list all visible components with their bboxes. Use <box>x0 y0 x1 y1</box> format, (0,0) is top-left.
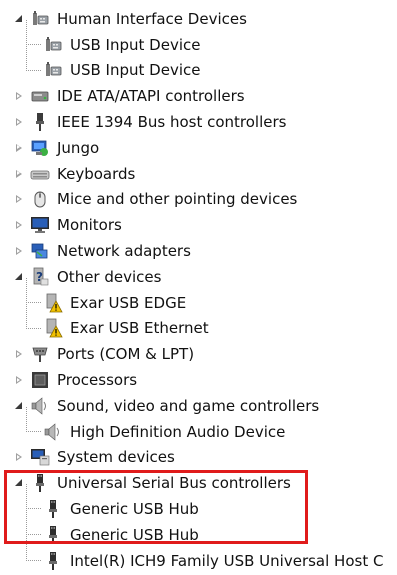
tree-category[interactable]: IDE ATA/ATAPI controllers <box>0 83 397 109</box>
tree-item-label: Exar USB Ethernet <box>70 319 209 338</box>
speaker-icon <box>43 422 63 442</box>
collapsed-arrow-icon[interactable] <box>14 91 24 101</box>
tree-item-label: Other devices <box>57 267 162 286</box>
tree-item-label: Universal Serial Bus controllers <box>57 474 291 493</box>
hid-icon <box>43 60 63 80</box>
tree-category[interactable]: Ports (COM & LPT) <box>0 341 397 367</box>
tree-item-label: Intel(R) ICH9 Family USB Universal Host … <box>70 551 384 570</box>
tree-connector-line <box>26 19 41 45</box>
tree-connector-line <box>26 303 41 329</box>
tree-device-item[interactable]: USB Input Device <box>0 45 397 84</box>
port-icon <box>30 344 50 364</box>
tree-item-label: Jungo <box>57 138 100 157</box>
tree-item-label: Exar USB EDGE <box>70 293 187 312</box>
tree-item-label: System devices <box>57 448 175 467</box>
tree-device-item[interactable]: Generic USB Hub <box>0 484 397 522</box>
tree-item-label: Human Interface Devices <box>57 9 247 28</box>
tree-item-label: Keyboards <box>57 164 136 183</box>
ieee1394-icon <box>30 112 50 132</box>
processor-icon <box>30 370 50 390</box>
tree-item-label: Monitors <box>57 216 122 235</box>
collapsed-arrow-icon[interactable] <box>14 452 24 462</box>
tree-connector-line <box>26 45 41 71</box>
tree-category[interactable]: Universal Serial Bus controllers <box>0 470 397 496</box>
expanded-arrow-icon[interactable] <box>14 14 24 24</box>
hid-icon <box>43 35 63 55</box>
collapsed-arrow-icon[interactable] <box>14 194 24 204</box>
tree-category[interactable]: ? Other devices <box>0 264 397 290</box>
collapsed-arrow-icon[interactable] <box>14 349 24 359</box>
tree-connector-line <box>26 277 41 303</box>
tree-item-label: IDE ATA/ATAPI controllers <box>57 87 245 106</box>
expanded-arrow-icon[interactable] <box>14 272 24 282</box>
mouse-icon <box>30 189 50 209</box>
network-adapter-icon <box>30 241 50 261</box>
device-manager-tree: Human Interface Devices USB Input Device U… <box>0 6 397 574</box>
tree-category[interactable]: Mice and other pointing devices <box>0 187 397 213</box>
expanded-arrow-icon[interactable] <box>14 401 24 411</box>
ide-controller-icon <box>30 86 50 106</box>
tree-category[interactable]: Monitors <box>0 212 397 238</box>
tree-item-label: Processors <box>57 371 138 390</box>
tree-item-label: Mice and other pointing devices <box>57 190 298 209</box>
tree-device-item[interactable]: USB Input Device <box>0 19 397 58</box>
tree-item-label: Generic USB Hub <box>70 525 199 544</box>
tree-item-label: IEEE 1394 Bus host controllers <box>57 113 287 132</box>
keyboard-icon <box>30 164 50 184</box>
tree-category[interactable]: Keyboards <box>0 161 397 187</box>
monitor-icon <box>30 215 50 235</box>
unknown-device-warning-icon <box>43 318 63 338</box>
collapsed-arrow-icon[interactable] <box>14 375 24 385</box>
tree-device-item[interactable]: Exar USB Ethernet <box>0 303 397 342</box>
tree-category[interactable]: Sound, video and game controllers <box>0 393 397 419</box>
tree-category[interactable]: Network adapters <box>0 238 397 264</box>
tree-category[interactable]: Human Interface Devices <box>0 6 397 32</box>
system-device-icon <box>30 447 50 467</box>
tree-device-item[interactable]: Exar USB EDGE <box>0 277 397 316</box>
collapsed-arrow-icon[interactable] <box>14 117 24 127</box>
tree-device-item[interactable]: High Definition Audio Device <box>0 406 397 445</box>
collapsed-arrow-icon[interactable] <box>14 169 24 179</box>
tree-device-item[interactable]: Intel(R) ICH9 Family USB Universal Host … <box>0 535 397 574</box>
tree-item-label: Network adapters <box>57 242 191 261</box>
jungo-icon <box>30 138 50 158</box>
tree-category[interactable]: System devices <box>0 445 397 471</box>
collapsed-arrow-icon[interactable] <box>14 143 24 153</box>
tree-category[interactable]: Jungo <box>0 135 397 161</box>
tree-item-label: Sound, video and game controllers <box>57 396 320 415</box>
tree-item-label: High Definition Audio Device <box>70 422 286 441</box>
tree-item-label: USB Input Device <box>70 61 201 80</box>
tree-category[interactable]: Processors <box>0 367 397 393</box>
tree-connector-line <box>26 406 41 432</box>
collapsed-arrow-icon[interactable] <box>14 220 24 230</box>
collapsed-arrow-icon[interactable] <box>14 246 24 256</box>
tree-item-label: USB Input Device <box>70 35 201 54</box>
tree-connector-line <box>26 509 41 535</box>
tree-item-label: Ports (COM & LPT) <box>57 345 195 364</box>
tree-item-label: Generic USB Hub <box>70 500 199 519</box>
usb-plug-icon <box>43 525 63 545</box>
unknown-device-warning-icon <box>43 293 63 313</box>
tree-connector-line <box>26 484 41 510</box>
expanded-arrow-icon[interactable] <box>14 478 24 488</box>
usb-plug-icon <box>43 551 63 571</box>
tree-connector-line <box>26 535 41 561</box>
tree-device-item[interactable]: Generic USB Hub <box>0 509 397 548</box>
usb-plug-icon <box>43 499 63 519</box>
tree-category[interactable]: IEEE 1394 Bus host controllers <box>0 109 397 135</box>
